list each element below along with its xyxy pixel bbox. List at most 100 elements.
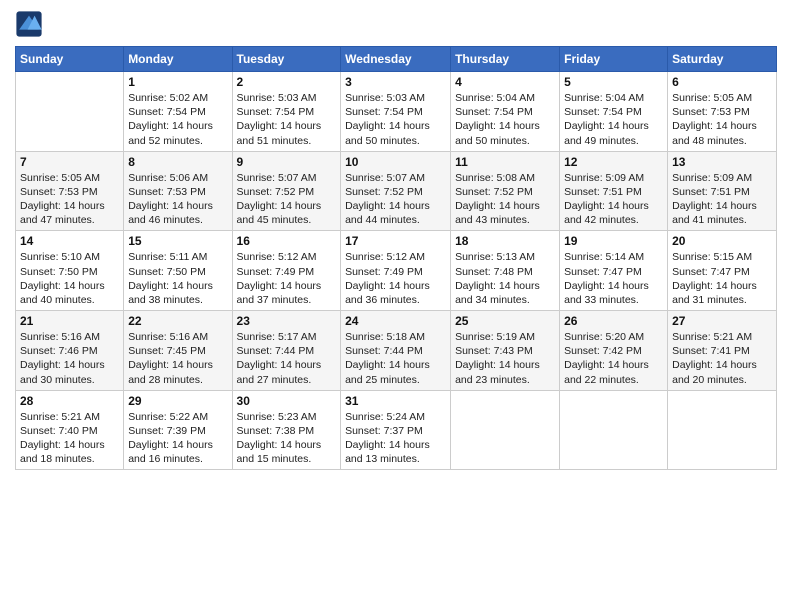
day-info: Sunrise: 5:09 AMSunset: 7:51 PMDaylight:…: [564, 171, 663, 228]
calendar-table: SundayMondayTuesdayWednesdayThursdayFrid…: [15, 46, 777, 470]
day-info: Sunrise: 5:20 AMSunset: 7:42 PMDaylight:…: [564, 330, 663, 387]
day-cell: 29 Sunrise: 5:22 AMSunset: 7:39 PMDayligh…: [124, 390, 232, 470]
calendar-header-row: SundayMondayTuesdayWednesdayThursdayFrid…: [16, 47, 777, 72]
day-number: 12: [564, 155, 663, 169]
day-info: Sunrise: 5:13 AMSunset: 7:48 PMDaylight:…: [455, 250, 555, 307]
day-cell: 20 Sunrise: 5:15 AMSunset: 7:47 PMDayligh…: [668, 231, 777, 311]
logo: [15, 10, 47, 38]
day-header-friday: Friday: [560, 47, 668, 72]
day-number: 8: [128, 155, 227, 169]
day-number: 14: [20, 234, 119, 248]
day-cell: 17 Sunrise: 5:12 AMSunset: 7:49 PMDayligh…: [341, 231, 451, 311]
day-info: Sunrise: 5:04 AMSunset: 7:54 PMDaylight:…: [455, 91, 555, 148]
day-header-tuesday: Tuesday: [232, 47, 341, 72]
day-number: 18: [455, 234, 555, 248]
day-number: 23: [237, 314, 337, 328]
week-row-2: 7 Sunrise: 5:05 AMSunset: 7:53 PMDaylight…: [16, 151, 777, 231]
week-row-5: 28Sunrise: 5:21 AMSunset: 7:40 PMDayligh…: [16, 390, 777, 470]
day-number: 7: [20, 155, 119, 169]
week-row-3: 14 Sunrise: 5:10 AMSunset: 7:50 PMDayligh…: [16, 231, 777, 311]
day-info: Sunrise: 5:16 AMSunset: 7:46 PMDaylight:…: [20, 330, 119, 387]
day-cell: 7 Sunrise: 5:05 AMSunset: 7:53 PMDaylight…: [16, 151, 124, 231]
day-number: 17: [345, 234, 446, 248]
day-info: Sunrise: 5:11 AMSunset: 7:50 PMDaylight:…: [128, 250, 227, 307]
day-cell: 14 Sunrise: 5:10 AMSunset: 7:50 PMDayligh…: [16, 231, 124, 311]
day-info: Sunrise: 5:03 AMSunset: 7:54 PMDaylight:…: [237, 91, 337, 148]
day-info: Sunrise: 5:21 AMSunset: 7:40 PMDaylight:…: [20, 410, 119, 467]
day-info: Sunrise: 5:16 AMSunset: 7:45 PMDaylight:…: [128, 330, 227, 387]
day-info: Sunrise: 5:22 AMSunset: 7:39 PMDaylight:…: [128, 410, 227, 467]
day-cell: 1Sunrise: 5:02 AMSunset: 7:54 PMDaylight…: [124, 72, 232, 152]
day-cell: 25 Sunrise: 5:19 AMSunset: 7:43 PMDayligh…: [451, 311, 560, 391]
day-number: 24: [345, 314, 446, 328]
day-cell: 27 Sunrise: 5:21 AMSunset: 7:41 PMDayligh…: [668, 311, 777, 391]
day-cell: 31 Sunrise: 5:24 AMSunset: 7:37 PMDayligh…: [341, 390, 451, 470]
day-info: Sunrise: 5:10 AMSunset: 7:50 PMDaylight:…: [20, 250, 119, 307]
day-number: 26: [564, 314, 663, 328]
day-number: 20: [672, 234, 772, 248]
day-info: Sunrise: 5:19 AMSunset: 7:43 PMDaylight:…: [455, 330, 555, 387]
day-number: 15: [128, 234, 227, 248]
day-cell: 15 Sunrise: 5:11 AMSunset: 7:50 PMDayligh…: [124, 231, 232, 311]
day-cell: [668, 390, 777, 470]
week-row-1: 1Sunrise: 5:02 AMSunset: 7:54 PMDaylight…: [16, 72, 777, 152]
day-cell: 26 Sunrise: 5:20 AMSunset: 7:42 PMDayligh…: [560, 311, 668, 391]
day-cell: 8 Sunrise: 5:06 AMSunset: 7:53 PMDaylight…: [124, 151, 232, 231]
day-cell: 21Sunrise: 5:16 AMSunset: 7:46 PMDayligh…: [16, 311, 124, 391]
day-info: Sunrise: 5:14 AMSunset: 7:47 PMDaylight:…: [564, 250, 663, 307]
day-info: Sunrise: 5:17 AMSunset: 7:44 PMDaylight:…: [237, 330, 337, 387]
day-cell: 3Sunrise: 5:03 AMSunset: 7:54 PMDaylight…: [341, 72, 451, 152]
calendar-body: 1Sunrise: 5:02 AMSunset: 7:54 PMDaylight…: [16, 72, 777, 470]
day-number: 29: [128, 394, 227, 408]
day-number: 19: [564, 234, 663, 248]
day-cell: 16Sunrise: 5:12 AMSunset: 7:49 PMDayligh…: [232, 231, 341, 311]
day-info: Sunrise: 5:07 AMSunset: 7:52 PMDaylight:…: [345, 171, 446, 228]
day-number: 4: [455, 75, 555, 89]
day-cell: 2Sunrise: 5:03 AMSunset: 7:54 PMDaylight…: [232, 72, 341, 152]
day-header-wednesday: Wednesday: [341, 47, 451, 72]
day-cell: [16, 72, 124, 152]
calendar-page: SundayMondayTuesdayWednesdayThursdayFrid…: [0, 0, 792, 612]
day-number: 9: [237, 155, 337, 169]
day-cell: [451, 390, 560, 470]
day-number: 11: [455, 155, 555, 169]
day-info: Sunrise: 5:07 AMSunset: 7:52 PMDaylight:…: [237, 171, 337, 228]
day-header-monday: Monday: [124, 47, 232, 72]
day-info: Sunrise: 5:12 AMSunset: 7:49 PMDaylight:…: [237, 250, 337, 307]
day-cell: 22Sunrise: 5:16 AMSunset: 7:45 PMDayligh…: [124, 311, 232, 391]
day-cell: 10Sunrise: 5:07 AMSunset: 7:52 PMDayligh…: [341, 151, 451, 231]
day-cell: 19 Sunrise: 5:14 AMSunset: 7:47 PMDayligh…: [560, 231, 668, 311]
day-number: 31: [345, 394, 446, 408]
day-info: Sunrise: 5:04 AMSunset: 7:54 PMDaylight:…: [564, 91, 663, 148]
day-info: Sunrise: 5:08 AMSunset: 7:52 PMDaylight:…: [455, 171, 555, 228]
day-info: Sunrise: 5:12 AMSunset: 7:49 PMDaylight:…: [345, 250, 446, 307]
day-number: 6: [672, 75, 772, 89]
day-cell: 6 Sunrise: 5:05 AMSunset: 7:53 PMDaylight…: [668, 72, 777, 152]
day-info: Sunrise: 5:06 AMSunset: 7:53 PMDaylight:…: [128, 171, 227, 228]
day-number: 5: [564, 75, 663, 89]
day-cell: 23 Sunrise: 5:17 AMSunset: 7:44 PMDayligh…: [232, 311, 341, 391]
day-header-saturday: Saturday: [668, 47, 777, 72]
header: [15, 10, 777, 38]
day-info: Sunrise: 5:24 AMSunset: 7:37 PMDaylight:…: [345, 410, 446, 467]
day-info: Sunrise: 5:09 AMSunset: 7:51 PMDaylight:…: [672, 171, 772, 228]
day-info: Sunrise: 5:15 AMSunset: 7:47 PMDaylight:…: [672, 250, 772, 307]
day-info: Sunrise: 5:05 AMSunset: 7:53 PMDaylight:…: [672, 91, 772, 148]
day-number: 25: [455, 314, 555, 328]
day-cell: 28Sunrise: 5:21 AMSunset: 7:40 PMDayligh…: [16, 390, 124, 470]
day-number: 27: [672, 314, 772, 328]
day-header-sunday: Sunday: [16, 47, 124, 72]
day-cell: 24Sunrise: 5:18 AMSunset: 7:44 PMDayligh…: [341, 311, 451, 391]
day-number: 30: [237, 394, 337, 408]
day-number: 13: [672, 155, 772, 169]
day-info: Sunrise: 5:05 AMSunset: 7:53 PMDaylight:…: [20, 171, 119, 228]
day-cell: 4 Sunrise: 5:04 AMSunset: 7:54 PMDaylight…: [451, 72, 560, 152]
day-cell: 11 Sunrise: 5:08 AMSunset: 7:52 PMDayligh…: [451, 151, 560, 231]
day-cell: [560, 390, 668, 470]
day-info: Sunrise: 5:03 AMSunset: 7:54 PMDaylight:…: [345, 91, 446, 148]
day-cell: 13 Sunrise: 5:09 AMSunset: 7:51 PMDayligh…: [668, 151, 777, 231]
day-info: Sunrise: 5:02 AMSunset: 7:54 PMDaylight:…: [128, 91, 227, 148]
day-header-thursday: Thursday: [451, 47, 560, 72]
day-cell: 12 Sunrise: 5:09 AMSunset: 7:51 PMDayligh…: [560, 151, 668, 231]
day-info: Sunrise: 5:21 AMSunset: 7:41 PMDaylight:…: [672, 330, 772, 387]
